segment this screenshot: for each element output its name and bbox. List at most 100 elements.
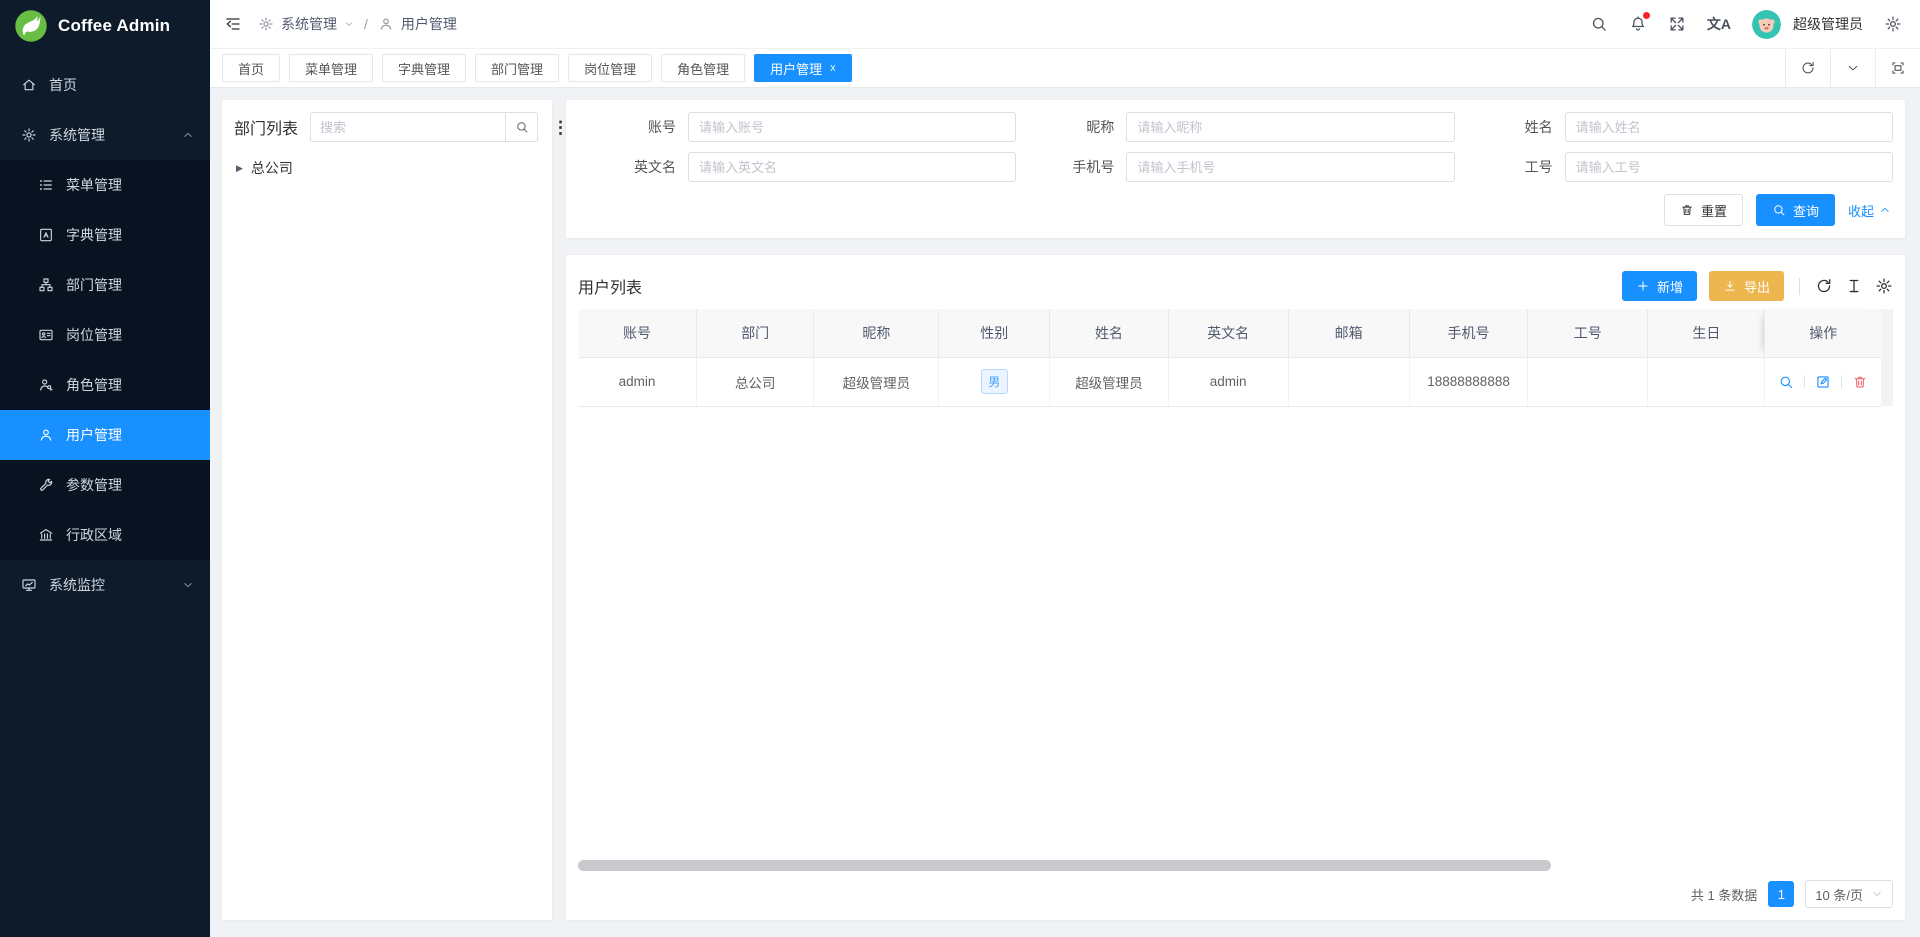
- delete-row-icon[interactable]: [1852, 374, 1868, 390]
- column-header[interactable]: 昵称: [814, 309, 939, 357]
- dictionary-icon: [38, 227, 54, 243]
- field-account: 账号: [578, 112, 1016, 142]
- fullscreen-icon[interactable]: [1668, 15, 1686, 33]
- page-1-button[interactable]: 1: [1768, 881, 1794, 907]
- column-header[interactable]: 生日: [1648, 309, 1765, 357]
- wrench-icon: [38, 477, 54, 493]
- tab-dept-management[interactable]: 部门管理: [475, 54, 559, 82]
- list-icon: [38, 177, 54, 193]
- sidebar-item-label: 参数管理: [66, 475, 122, 495]
- pagination: 共 1 条数据 1 10 条/页: [578, 876, 1893, 912]
- column-header[interactable]: 部门: [697, 309, 814, 357]
- brand[interactable]: Coffee Admin: [0, 0, 210, 52]
- tab-post-management[interactable]: 岗位管理: [568, 54, 652, 82]
- sidebar-item-system-monitor[interactable]: 系统监控: [0, 560, 210, 610]
- collapse-sidebar-icon[interactable]: [224, 15, 242, 33]
- tabbar: 首页 菜单管理 字典管理 部门管理 岗位管理 角色管理 用户管理 x: [210, 49, 1920, 88]
- sidebar-item-label: 行政区域: [66, 525, 122, 545]
- table-header-row: 账号 部门 昵称 性别 姓名 英文名 邮箱 手机号 工号 生日 操作: [578, 309, 1881, 357]
- tab-role-management[interactable]: 角色管理: [661, 54, 745, 82]
- view-row-icon[interactable]: [1778, 374, 1794, 390]
- table-toolbar: 新增 导出: [1622, 271, 1893, 301]
- table-row[interactable]: admin 总公司 超级管理员 男 超级管理员 admin 1888888888…: [578, 357, 1881, 406]
- notifications-button[interactable]: [1629, 15, 1647, 33]
- gear-icon: [21, 127, 37, 143]
- column-header[interactable]: 英文名: [1168, 309, 1288, 357]
- tree-search-button[interactable]: [505, 112, 538, 142]
- sidebar-item-user-management[interactable]: 用户管理: [0, 410, 210, 460]
- right-column: 账号 昵称 姓名 英文名: [566, 100, 1905, 920]
- form-row: 英文名 手机号 工号: [578, 152, 1893, 182]
- sidebar-item-label: 岗位管理: [66, 325, 122, 345]
- tree-node-head-office[interactable]: ▶ 总公司: [234, 158, 540, 178]
- collapse-form-link[interactable]: 收起: [1848, 201, 1891, 220]
- sidebar-item-dept-management[interactable]: 部门管理: [0, 260, 210, 310]
- collapse-link-label: 收起: [1848, 201, 1874, 220]
- translate-icon[interactable]: 文A: [1707, 17, 1731, 31]
- nickname-input[interactable]: [1126, 112, 1454, 142]
- sidebar-item-admin-region[interactable]: 行政区域: [0, 510, 210, 560]
- column-header[interactable]: 账号: [578, 309, 697, 357]
- search-icon[interactable]: [1590, 15, 1608, 33]
- column-header[interactable]: 姓名: [1050, 309, 1169, 357]
- sidebar-item-label: 系统监控: [49, 575, 105, 595]
- column-header[interactable]: 邮箱: [1288, 309, 1409, 357]
- column-header[interactable]: 工号: [1528, 309, 1648, 357]
- tab-options-dropdown[interactable]: [1830, 49, 1875, 87]
- caret-right-icon[interactable]: ▶: [236, 163, 243, 174]
- row-height-icon[interactable]: [1845, 277, 1863, 295]
- user-table: 账号 部门 昵称 性别 姓名 英文名 邮箱 手机号 工号 生日 操作: [578, 309, 1881, 407]
- reset-button[interactable]: 重置: [1664, 194, 1743, 226]
- refresh-tab-button[interactable]: [1785, 49, 1830, 87]
- column-header[interactable]: 手机号: [1409, 309, 1528, 357]
- query-button[interactable]: 查询: [1756, 194, 1835, 226]
- cell-email: [1288, 357, 1409, 406]
- sidebar: Coffee Admin 首页 系统管理 菜单管理 字典管理: [0, 0, 210, 937]
- sidebar-item-system-management[interactable]: 系统管理: [0, 110, 210, 160]
- refresh-table-icon[interactable]: [1815, 277, 1833, 295]
- sidebar-item-label: 字典管理: [66, 225, 122, 245]
- bank-icon: [38, 527, 54, 543]
- english-name-input[interactable]: [688, 152, 1016, 182]
- sidebar-item-label: 部门管理: [66, 275, 122, 295]
- export-button[interactable]: 导出: [1709, 271, 1784, 301]
- name-input[interactable]: [1565, 112, 1893, 142]
- breadcrumb-section[interactable]: 系统管理: [258, 14, 354, 34]
- tab-dict-management[interactable]: 字典管理: [382, 54, 466, 82]
- tree-search-input[interactable]: [310, 112, 505, 142]
- horizontal-scrollbar-thumb[interactable]: [578, 860, 1551, 871]
- account-input[interactable]: [688, 112, 1016, 142]
- tab-label: 角色管理: [677, 59, 729, 78]
- job-number-input[interactable]: [1565, 152, 1893, 182]
- edit-row-icon[interactable]: [1815, 374, 1831, 390]
- close-tab-icon[interactable]: x: [830, 63, 836, 74]
- cell-phone: 18888888888: [1409, 357, 1528, 406]
- field-job-number: 工号: [1455, 152, 1893, 182]
- sidebar-item-home[interactable]: 首页: [0, 60, 210, 110]
- sidebar-item-post-management[interactable]: 岗位管理: [0, 310, 210, 360]
- sidebar-item-dict-management[interactable]: 字典管理: [0, 210, 210, 260]
- column-header[interactable]: 性别: [939, 309, 1050, 357]
- chevron-up-icon: [1879, 204, 1891, 216]
- add-user-button[interactable]: 新增: [1622, 271, 1697, 301]
- tab-user-management[interactable]: 用户管理 x: [754, 54, 852, 82]
- field-label: 英文名: [578, 157, 688, 177]
- settings-gear-icon[interactable]: [1884, 15, 1902, 33]
- sidebar-item-role-management[interactable]: 角色管理: [0, 360, 210, 410]
- chevron-down-icon: [344, 19, 354, 29]
- maximize-content-button[interactable]: [1875, 49, 1920, 87]
- user-list-header: 用户列表 新增 导出: [578, 263, 1893, 309]
- tab-menu-management[interactable]: 菜单管理: [289, 54, 373, 82]
- sidebar-item-menu-management[interactable]: 菜单管理: [0, 160, 210, 210]
- sidebar-item-param-management[interactable]: 参数管理: [0, 460, 210, 510]
- page-size-select[interactable]: 10 条/页: [1805, 880, 1893, 908]
- tab-label: 部门管理: [491, 59, 543, 78]
- table-settings-gear-icon[interactable]: [1875, 277, 1893, 295]
- tab-home[interactable]: 首页: [222, 54, 280, 82]
- org-chart-icon: [38, 277, 54, 293]
- open-tabs: 首页 菜单管理 字典管理 部门管理 岗位管理 角色管理 用户管理 x: [222, 54, 852, 82]
- phone-input[interactable]: [1126, 152, 1454, 182]
- current-user-name[interactable]: 超级管理员: [1793, 14, 1863, 34]
- avatar[interactable]: [1752, 10, 1781, 39]
- tree-panel-header: 部门列表 ⋮: [234, 112, 540, 142]
